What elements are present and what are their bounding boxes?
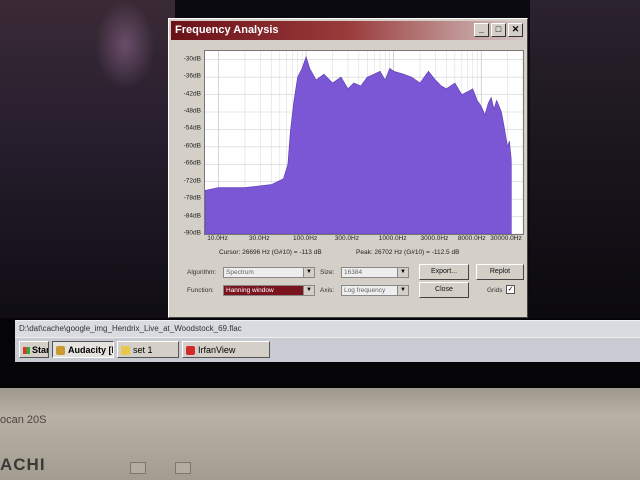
chevron-down-icon: ▼ [397,286,408,295]
x-tick-label: 100.0Hz [293,235,318,242]
taskbar-item-label: set 1 [133,345,153,355]
spectrum-area [205,55,512,234]
y-tick-label: -84dB [183,212,201,220]
x-tick-label: 8000.0Hz [457,235,486,242]
y-tick-label: -36dB [183,72,201,80]
taskbar-item-irfanview[interactable]: IrfanView [182,341,270,358]
taskbar-item-set1[interactable]: set 1 [117,341,179,358]
close-window-button[interactable]: ✕ [508,23,523,37]
x-tick-label: 30000.0Hz [490,235,522,242]
replot-button[interactable]: Replot [476,264,524,280]
y-tick-label: -78dB [183,194,201,202]
axis-value: Log frequency [344,287,386,294]
x-tick-label: 30.0Hz [249,235,270,242]
monitor-stand [0,388,640,480]
peak-readout: Peak: 26702 Hz (G#10) = -112.5 dB [356,249,460,256]
chevron-down-icon: ▼ [397,268,408,277]
y-tick-label: -66dB [183,159,201,167]
grids-label: Grids [487,287,503,294]
headphones-icon [56,346,65,356]
function-select[interactable]: Hanning window ▼ [223,285,315,296]
monitor-model-label: ocan 20S [0,414,47,426]
window-title: Frequency Analysis [175,24,279,36]
y-tick-label: -42dB [183,90,201,98]
algorithm-select[interactable]: Spectrum ▼ [223,267,315,278]
start-label: Start [32,345,48,355]
y-tick-label: -48dB [183,107,201,115]
y-tick-label: -90dB [183,229,201,237]
size-value: 16384 [344,269,363,276]
close-button[interactable]: Close [419,282,469,298]
monitor-button [175,462,191,474]
monitor-brand-label: ACHI [0,455,46,474]
x-tick-label: 300.0Hz [334,235,359,242]
export-button[interactable]: Export... [419,264,469,280]
maximize-button[interactable]: □ [491,23,506,37]
size-select[interactable]: 16384 ▼ [341,267,409,278]
y-tick-label: -54dB [183,124,201,132]
function-label: Function: [187,287,214,294]
grids-checkbox[interactable]: ✓ [506,285,515,294]
irfanview-icon [186,346,195,356]
spectrum-plot[interactable] [204,50,524,235]
axis-select[interactable]: Log frequency ▼ [341,285,409,296]
spectrum-chart [205,51,523,234]
title-bar[interactable]: Frequency Analysis _ □ ✕ [171,21,525,40]
algorithm-label: Algorithm: [187,269,217,276]
y-tick-label: -72dB [183,177,201,185]
folder-icon [121,346,130,356]
y-tick-label: -60dB [183,142,201,150]
axis-label: Axis: [320,287,335,294]
y-axis-labels: -30dB -36dB -42dB -48dB -54dB -60dB -66dB -72dB… [171,50,203,236]
x-tick-label: 1000.0Hz [378,235,407,242]
x-tick-label: 3000.0Hz [420,235,449,242]
minimize-button[interactable]: _ [474,23,489,37]
screen-glare [95,0,155,90]
chevron-down-icon: ▼ [303,286,314,295]
y-tick-label: -30dB [183,55,201,63]
cursor-readout: Cursor: 26696 Hz (G#10) = -113 dB [219,249,322,256]
chevron-down-icon: ▼ [303,268,314,277]
size-label: Size: [320,269,335,276]
taskbar-item-label: Audacity [R... [68,345,113,355]
monitor-button [130,462,146,474]
function-value: Hanning window [226,287,274,294]
monitor-bezel-right [530,0,640,330]
taskbar: Start Audacity [R... set 1 IrfanView [15,337,640,362]
taskbar-item-audacity[interactable]: Audacity [R... [52,341,114,358]
taskbar-item-label: IrfanView [198,345,236,355]
frequency-analysis-window: Frequency Analysis _ □ ✕ -30dB -36dB -42dB… [168,18,528,318]
x-axis-labels: 10.0Hz 30.0Hz 100.0Hz 300.0Hz 1000.0Hz 3000.0… [204,235,522,245]
status-bar: D:\dat\cache\google_img_Hendrix_Live_at_… [15,320,640,337]
x-tick-label: 10.0Hz [207,235,228,242]
windows-logo-icon [23,347,30,355]
algorithm-value: Spectrum [226,269,254,276]
start-button[interactable]: Start [19,341,49,358]
